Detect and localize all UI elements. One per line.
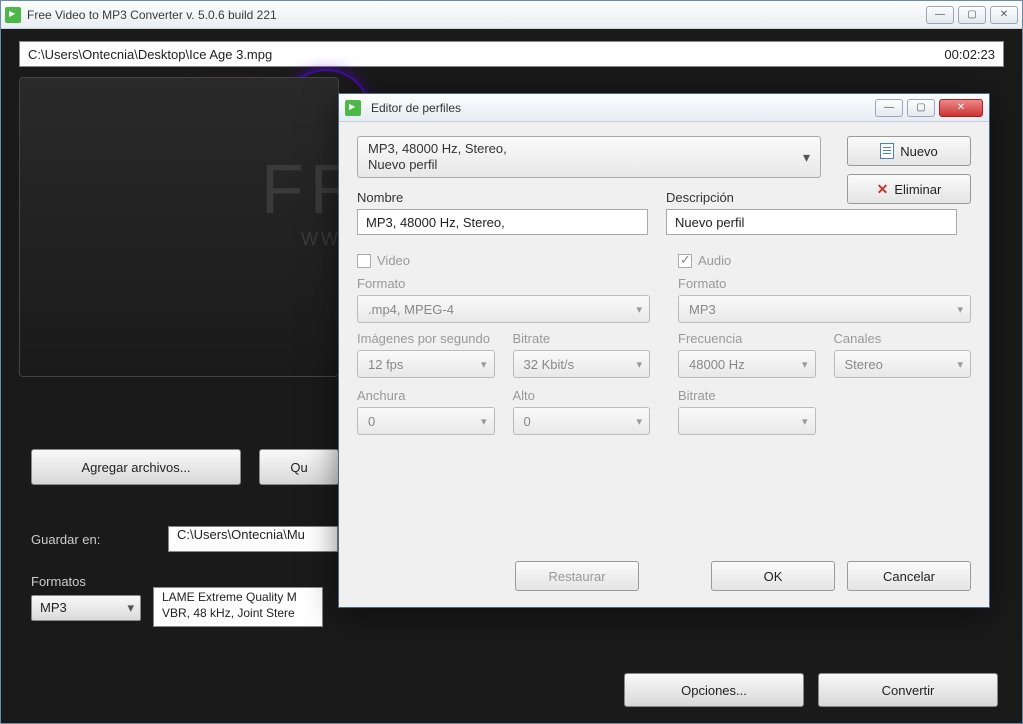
quality-field[interactable]: LAME Extreme Quality M VBR, 48 kHz, Join… bbox=[153, 587, 323, 627]
file-bar: C:\Users\Ontecnia\Desktop\Ice Age 3.mpg … bbox=[19, 41, 1004, 67]
cancel-button[interactable]: Cancelar bbox=[847, 561, 971, 591]
main-title: Free Video to MP3 Converter v. 5.0.6 bui… bbox=[27, 8, 926, 22]
dialog-side-buttons: Nuevo ✕ Eliminar bbox=[847, 136, 971, 204]
dialog-minimize-button[interactable]: — bbox=[875, 99, 903, 117]
description-input[interactable] bbox=[666, 209, 957, 235]
frequency-label: Frecuencia bbox=[678, 331, 816, 346]
frequency-select[interactable]: 48000 Hz bbox=[678, 350, 816, 378]
minimize-button[interactable]: — bbox=[926, 6, 954, 24]
width-label: Anchura bbox=[357, 388, 495, 403]
maximize-button[interactable]: ▢ bbox=[958, 6, 986, 24]
save-in-row: Guardar en: C:\Users\Ontecnia\Mu bbox=[31, 526, 338, 552]
file-duration: 00:02:23 bbox=[944, 47, 995, 62]
app-icon bbox=[5, 7, 21, 23]
audio-bitrate-label: Bitrate bbox=[678, 388, 816, 403]
width-select[interactable]: 0 bbox=[357, 407, 495, 435]
new-profile-button[interactable]: Nuevo bbox=[847, 136, 971, 166]
audio-checkbox[interactable] bbox=[678, 254, 692, 268]
name-label: Nombre bbox=[357, 190, 648, 205]
video-section: Video Formato .mp4, MPEG-4 Imágenes por … bbox=[357, 239, 650, 435]
delete-profile-button[interactable]: ✕ Eliminar bbox=[847, 174, 971, 204]
profile-select[interactable]: MP3, 48000 Hz, Stereo, Nuevo perfil bbox=[357, 136, 821, 178]
dialog-window-controls: — ▢ ✕ bbox=[875, 99, 983, 117]
ok-button[interactable]: OK bbox=[711, 561, 835, 591]
audio-section: Audio Formato MP3 Frecuencia 48000 Hz Ca… bbox=[678, 239, 971, 435]
delete-x-icon: ✕ bbox=[877, 181, 889, 198]
remove-button[interactable]: Qu bbox=[259, 449, 339, 485]
formats-row: Formatos MP3 LAME Extreme Quality M VBR,… bbox=[31, 567, 323, 627]
convert-button[interactable]: Convertir bbox=[818, 673, 998, 707]
height-label: Alto bbox=[513, 388, 651, 403]
channels-label: Canales bbox=[834, 331, 972, 346]
video-audio-sections: Video Formato .mp4, MPEG-4 Imágenes por … bbox=[357, 239, 971, 435]
formats-label: Formatos bbox=[31, 574, 141, 589]
action-buttons-row: Agregar archivos... Qu bbox=[31, 449, 339, 485]
save-in-label: Guardar en: bbox=[31, 532, 156, 547]
height-select[interactable]: 0 bbox=[513, 407, 651, 435]
video-checkbox[interactable] bbox=[357, 254, 371, 268]
video-section-label: Video bbox=[377, 253, 410, 268]
bottom-buttons: Opciones... Convertir bbox=[624, 673, 998, 707]
dialog-maximize-button[interactable]: ▢ bbox=[907, 99, 935, 117]
audio-section-label: Audio bbox=[698, 253, 731, 268]
video-format-label: Formato bbox=[357, 276, 650, 291]
video-format-select[interactable]: .mp4, MPEG-4 bbox=[357, 295, 650, 323]
channels-select[interactable]: Stereo bbox=[834, 350, 972, 378]
main-titlebar: Free Video to MP3 Converter v. 5.0.6 bui… bbox=[1, 1, 1022, 29]
add-files-button[interactable]: Agregar archivos... bbox=[31, 449, 241, 485]
file-path: C:\Users\Ontecnia\Desktop\Ice Age 3.mpg bbox=[28, 47, 944, 62]
dialog-close-button[interactable]: ✕ bbox=[939, 99, 983, 117]
video-bitrate-label: Bitrate bbox=[513, 331, 651, 346]
preview-watermark-sub: WW bbox=[301, 229, 341, 250]
audio-bitrate-select[interactable] bbox=[678, 407, 816, 435]
options-button[interactable]: Opciones... bbox=[624, 673, 804, 707]
dialog-footer: OK Cancelar bbox=[357, 561, 971, 591]
audio-format-label: Formato bbox=[678, 276, 971, 291]
audio-format-select[interactable]: MP3 bbox=[678, 295, 971, 323]
dialog-titlebar: Editor de perfiles — ▢ ✕ bbox=[339, 94, 989, 122]
name-input[interactable] bbox=[357, 209, 648, 235]
fps-label: Imágenes por segundo bbox=[357, 331, 495, 346]
main-window-controls: — ▢ ✕ bbox=[926, 6, 1018, 24]
profile-editor-dialog: Editor de perfiles — ▢ ✕ MP3, 48000 Hz, … bbox=[338, 93, 990, 608]
dialog-body: MP3, 48000 Hz, Stereo, Nuevo perfil Nuev… bbox=[339, 122, 989, 607]
close-button[interactable]: ✕ bbox=[990, 6, 1018, 24]
dialog-app-icon bbox=[345, 100, 361, 116]
video-bitrate-select[interactable]: 32 Kbit/s bbox=[513, 350, 651, 378]
save-path-field[interactable]: C:\Users\Ontecnia\Mu bbox=[168, 526, 338, 552]
document-icon bbox=[880, 143, 894, 159]
dialog-title: Editor de perfiles bbox=[371, 101, 875, 115]
fps-select[interactable]: 12 fps bbox=[357, 350, 495, 378]
format-select[interactable]: MP3 bbox=[31, 595, 141, 621]
